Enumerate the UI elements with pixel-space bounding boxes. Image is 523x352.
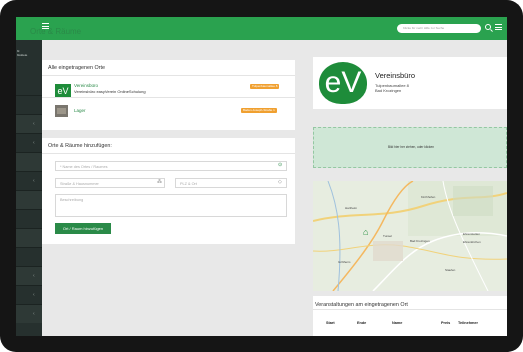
- sidebar-item[interactable]: ‹: [16, 114, 42, 133]
- map-label: Bad Krozingen: [410, 239, 430, 243]
- sidebar-item[interactable]: [16, 209, 42, 228]
- detail-address-line: Bad Krozingen: [375, 88, 402, 93]
- sidebar-item[interactable]: [16, 228, 42, 247]
- divider: [313, 309, 507, 310]
- location-name[interactable]: Lager: [74, 108, 86, 113]
- address-badge: Tulpenbaumallee 8: [250, 84, 280, 89]
- map-label: Hartheim: [345, 206, 358, 210]
- map-label: Grißheim: [338, 260, 351, 264]
- lager-thumbnail: [55, 105, 68, 117]
- road-icon: ⁂: [157, 179, 162, 185]
- sidebar-item[interactable]: ‹: [16, 266, 42, 285]
- locations-title: Alle eingetragenen Orte: [48, 65, 105, 71]
- map-label: Ehrenstetten: [463, 232, 481, 236]
- sidebar-item[interactable]: ‹: [16, 133, 42, 152]
- location-name[interactable]: Vereinsbüro: [74, 83, 98, 88]
- map-label: Kirchhofen: [421, 195, 436, 199]
- chevron-left-icon: ‹: [33, 311, 35, 317]
- street-input[interactable]: Straße & Hausnummer: [55, 178, 165, 188]
- map-pin-icon[interactable]: ⌂: [363, 228, 368, 237]
- sidebar-item[interactable]: [16, 152, 42, 171]
- column-header-start[interactable]: Start: [326, 321, 335, 326]
- map-label: Staufen: [445, 268, 456, 272]
- column-header-name[interactable]: Name: [392, 321, 402, 326]
- page-title: Orte & Räume: [30, 27, 82, 36]
- vereinsbuero-logo-large: eV: [319, 62, 367, 104]
- divider: [42, 97, 295, 98]
- chevron-left-icon: ‹: [33, 121, 35, 127]
- sidebar-item[interactable]: ‹: [16, 171, 42, 190]
- dropzone-text: Bild hier her ziehen, oder klicken: [387, 145, 435, 149]
- map-label: Ehrenkirchen: [463, 240, 481, 244]
- chevron-left-icon: ‹: [33, 273, 35, 279]
- detail-name: Vereinsbüro: [375, 71, 416, 80]
- column-header-participants[interactable]: Teilnehmer: [458, 321, 478, 326]
- map-roads: [313, 181, 507, 291]
- top-bar: Klicke für mehr Hilfe zur Suche: [16, 17, 507, 40]
- divider: [42, 75, 295, 76]
- map-label: Tunsel: [383, 234, 392, 238]
- chevron-left-icon: ‹: [33, 178, 35, 184]
- column-header-price[interactable]: Preis: [441, 321, 450, 326]
- description-textarea[interactable]: Beschreibung: [55, 194, 287, 217]
- list-icon[interactable]: [495, 24, 502, 30]
- search-icon[interactable]: [485, 24, 491, 30]
- tag-icon: ◇: [278, 179, 282, 185]
- add-form-title: Orte & Räume hinzufügen:: [48, 143, 112, 149]
- zip-city-input[interactable]: PLZ & Ort: [175, 178, 287, 188]
- sidebar-text: blokiete: [17, 53, 28, 57]
- check-icon: ⊙: [278, 162, 283, 168]
- chevron-left-icon: ‹: [33, 292, 35, 298]
- column-header-end[interactable]: Ende: [357, 321, 366, 326]
- events-title: Veranstaltungen am eingetragenen Ort: [315, 302, 408, 308]
- vereinsbuero-logo: eV: [55, 84, 71, 97]
- locations-card: Alle eingetragenen Orte: [42, 60, 295, 130]
- location-subtitle: Vereinsbüro easyVerein OnlineSchulung: [74, 89, 146, 94]
- sidebar-item[interactable]: [16, 247, 42, 266]
- chevron-left-icon: ‹: [33, 140, 35, 146]
- image-dropzone[interactable]: Bild hier her ziehen, oder klicken: [313, 127, 507, 168]
- address-badge: Baden-Joseph-Straße 1: [241, 108, 277, 113]
- sidebar-item[interactable]: [16, 95, 42, 114]
- location-map[interactable]: Hartheim Kirchhofen Ehrenkirchen Bad Kro…: [313, 181, 507, 291]
- sidebar-item[interactable]: ‹: [16, 285, 42, 304]
- divider: [42, 153, 295, 154]
- name-input[interactable]: * Name des Ortes / Raumes: [55, 161, 287, 171]
- sidebar: bl blokiete ‹ ‹ ‹ ‹ ‹ ‹: [16, 40, 42, 336]
- sidebar-item[interactable]: ‹: [16, 304, 42, 323]
- search-input[interactable]: Klicke für mehr Hilfe zur Suche: [397, 24, 481, 33]
- sidebar-item[interactable]: [16, 190, 42, 209]
- add-location-button[interactable]: Ort / Raum hinzufügen: [55, 223, 111, 234]
